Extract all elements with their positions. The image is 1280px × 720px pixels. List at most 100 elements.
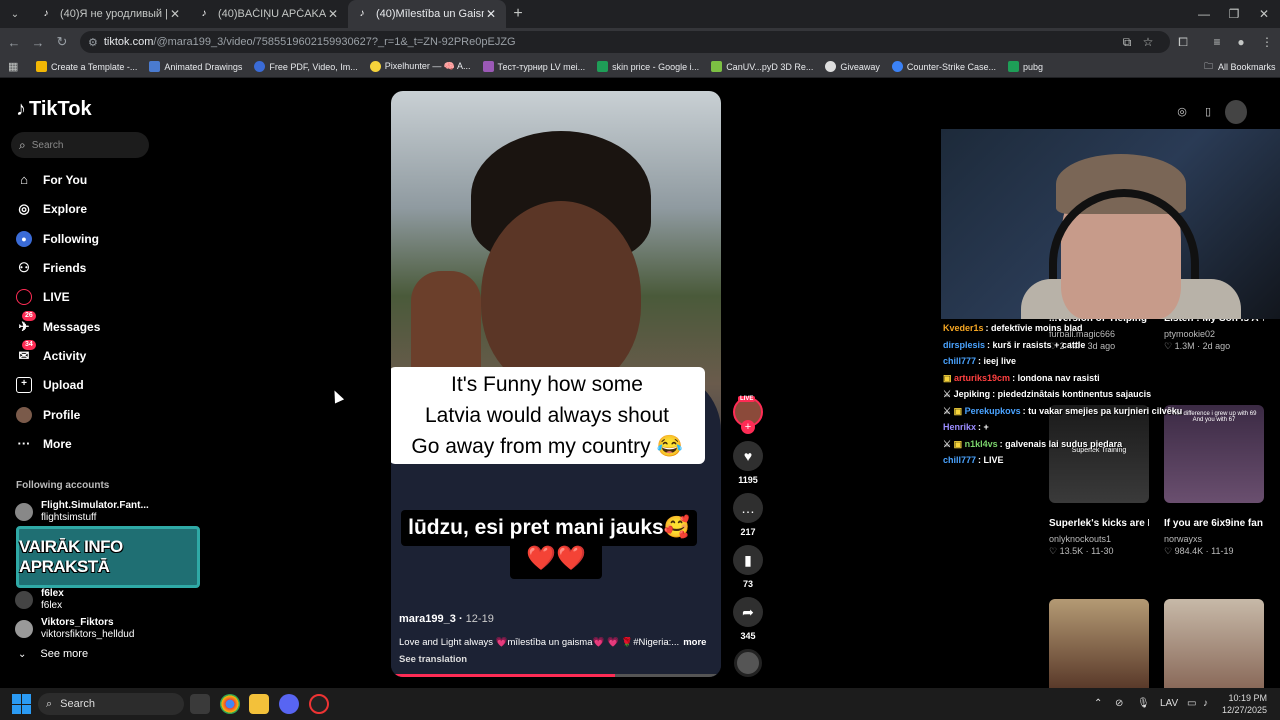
nav-more[interactable]: ··· More [16, 433, 72, 455]
microphone-icon[interactable]: 🎙 [1137, 688, 1150, 720]
language-indicator[interactable]: LAV [1160, 688, 1178, 720]
browser-menu-icon[interactable]: ⋮ [1256, 28, 1278, 56]
chat-message: ⚔ ▣ Perekupkovs: tu vakar smejies pa kur… [943, 405, 1183, 416]
avatar [15, 503, 33, 521]
all-bookmarks[interactable]: 🗀 All Bookmarks [1204, 59, 1276, 75]
tiktok-logo[interactable]: ♪ TikTok [16, 98, 92, 121]
nav-following[interactable]: ● Following [16, 228, 99, 250]
chat-badge-icon: ▣ [953, 438, 965, 449]
search-icon: ⌕ [46, 697, 53, 710]
install-app-icon[interactable]: ⧉ [1116, 28, 1138, 56]
browser-tab[interactable]: ♪ (40)Я не уродливый | TikTok ✕ [32, 0, 190, 28]
close-window-icon[interactable]: ✕ [1248, 0, 1280, 28]
chat-message: chill777: ieej live [943, 356, 1017, 366]
follow-plus-icon[interactable]: + [741, 420, 755, 434]
tiktok-logo-icon: ♪ [16, 98, 26, 120]
bookmark-item[interactable]: Counter-Strike Case... [891, 61, 996, 72]
bookmark-label: Create a Template -... [51, 61, 138, 72]
nav-live[interactable]: LIVE [16, 286, 70, 308]
bookmark-star-icon[interactable]: ☆ [1137, 28, 1159, 56]
close-tab-icon[interactable]: ✕ [484, 7, 498, 21]
display-icon[interactable]: ▭ [1187, 688, 1196, 720]
discord-icon[interactable] [279, 694, 299, 714]
folder-icon: 🗀 [1204, 60, 1214, 71]
comment-button[interactable]: … 217 [733, 493, 763, 537]
video-card[interactable] [1164, 599, 1264, 688]
nav-upload[interactable]: + Upload [16, 374, 84, 396]
video-card[interactable] [1049, 599, 1149, 688]
caption-line: Latvia would always shout [425, 404, 669, 427]
avatar[interactable] [1225, 100, 1247, 124]
device-icon[interactable]: ▯ [1199, 100, 1217, 124]
site-info-icon[interactable]: ⚙ [88, 36, 98, 49]
video-player[interactable]: It's Funny how some Latvia would always … [391, 91, 721, 677]
obs-icon[interactable] [309, 694, 329, 714]
following-account[interactable]: Viktors_Fiktors viktorsfiktors_helldud [15, 617, 134, 641]
apps-grid-icon[interactable]: ▦ [8, 60, 22, 73]
bookmark-favicon-icon [482, 61, 494, 72]
card-thumbnail [1164, 599, 1264, 688]
taskbar-search[interactable]: ⌕ Search [38, 693, 184, 715]
chat-text: galvenais lai sudus piedara [1005, 438, 1123, 449]
bookmark-item[interactable]: Free PDF, Video, Im... [254, 61, 358, 72]
more-button[interactable]: more [683, 637, 706, 648]
following-account[interactable]: Flight.Simulator.Fant... flightsimstuff [15, 500, 149, 524]
see-more-link[interactable]: ⌄ See more [18, 648, 88, 660]
coin-icon[interactable]: ◎ [1173, 100, 1191, 124]
close-tab-icon[interactable]: ✕ [168, 7, 182, 21]
browser-tab[interactable]: ♪ (40)BAČIŅU APČAKARĒJA @mi ✕ [190, 0, 348, 28]
profile-avatar-icon[interactable]: ● [1230, 28, 1252, 56]
nav-for-you[interactable]: ⌂ For You [16, 169, 87, 191]
bookmark-item[interactable]: Тест-турнир LV mei... [482, 61, 585, 72]
nav-profile[interactable]: Profile [16, 404, 80, 426]
music-disc-icon[interactable] [734, 649, 762, 677]
bookmark-item[interactable]: Animated Drawings [149, 61, 242, 72]
search-input[interactable] [31, 139, 132, 151]
nav-label: Following [43, 232, 99, 246]
file-explorer-icon[interactable] [249, 694, 269, 714]
reload-icon[interactable]: ↻ [50, 34, 74, 50]
bookmark-item[interactable]: Create a Template -... [36, 61, 137, 72]
like-button[interactable]: ♥ 1195 [733, 441, 763, 485]
nav-messages[interactable]: ✈ 26 Messages [16, 311, 100, 338]
bookmark-item[interactable]: Giveaway [825, 61, 880, 72]
chat-text: + [983, 422, 989, 432]
nav-explore[interactable]: ◎ Explore [16, 198, 87, 220]
tiktok-favicon-icon: ♪ [43, 8, 49, 19]
author-name: mara199_3 [399, 613, 456, 625]
nav-friends[interactable]: ⚇ Friends [16, 257, 86, 279]
taskbar-clock[interactable]: 10:19 PM 12/27/2025 [1222, 692, 1267, 716]
restore-icon[interactable]: ❐ [1218, 0, 1250, 28]
forward-icon[interactable]: → [26, 35, 50, 50]
following-account[interactable]: f6lex f6lex [15, 588, 64, 612]
video-author[interactable]: mara199_3 · 12-19 [399, 613, 494, 625]
following-icon: ● [16, 231, 32, 247]
chrome-icon[interactable] [220, 694, 240, 714]
back-icon[interactable]: ← [2, 35, 26, 50]
video-progress-bar[interactable] [391, 674, 721, 677]
address-bar[interactable]: ⚙ tiktok.com/@mara199_3/video/7585519602… [80, 31, 1170, 53]
tab-search-icon[interactable]: ⌄ [4, 3, 26, 25]
new-tab-icon[interactable]: + [506, 5, 530, 23]
bookmark-item[interactable]: skin price - Google i... [597, 61, 699, 72]
task-view-icon[interactable] [190, 694, 210, 714]
minimize-icon[interactable]: — [1188, 0, 1220, 28]
messages-badge: 26 [22, 311, 36, 321]
media-controls-icon[interactable]: ≡ [1206, 28, 1228, 56]
windows-start-icon[interactable] [12, 694, 32, 714]
bookmark-item[interactable]: Pixelhunter — 🧠 A... [369, 61, 471, 72]
volume-icon[interactable]: ♪ [1203, 688, 1208, 720]
browser-tab-active[interactable]: ♪ (40)Mīlestība un Gaisma: Latvie ✕ [348, 0, 506, 28]
nav-activity[interactable]: ✉ 34 Activity [16, 340, 86, 367]
save-button[interactable]: ▮ 73 [733, 545, 763, 589]
card-title: Superlek's kicks are Insane💀... [1049, 518, 1149, 529]
bookmark-item[interactable]: pubg [1007, 61, 1043, 72]
close-tab-icon[interactable]: ✕ [326, 7, 340, 21]
extensions-icon[interactable]: ⧠ [1172, 28, 1194, 56]
search-bar[interactable]: ⌕ [11, 132, 149, 158]
bookmark-item[interactable]: CanUV...pyD 3D Re... [711, 61, 813, 72]
see-translation-link[interactable]: See translation [399, 654, 467, 665]
tray-overflow-icon[interactable]: ⌃ [1094, 688, 1102, 720]
share-button[interactable]: ➦ 345 [733, 597, 763, 641]
network-icon[interactable]: ⊘ [1115, 688, 1123, 720]
